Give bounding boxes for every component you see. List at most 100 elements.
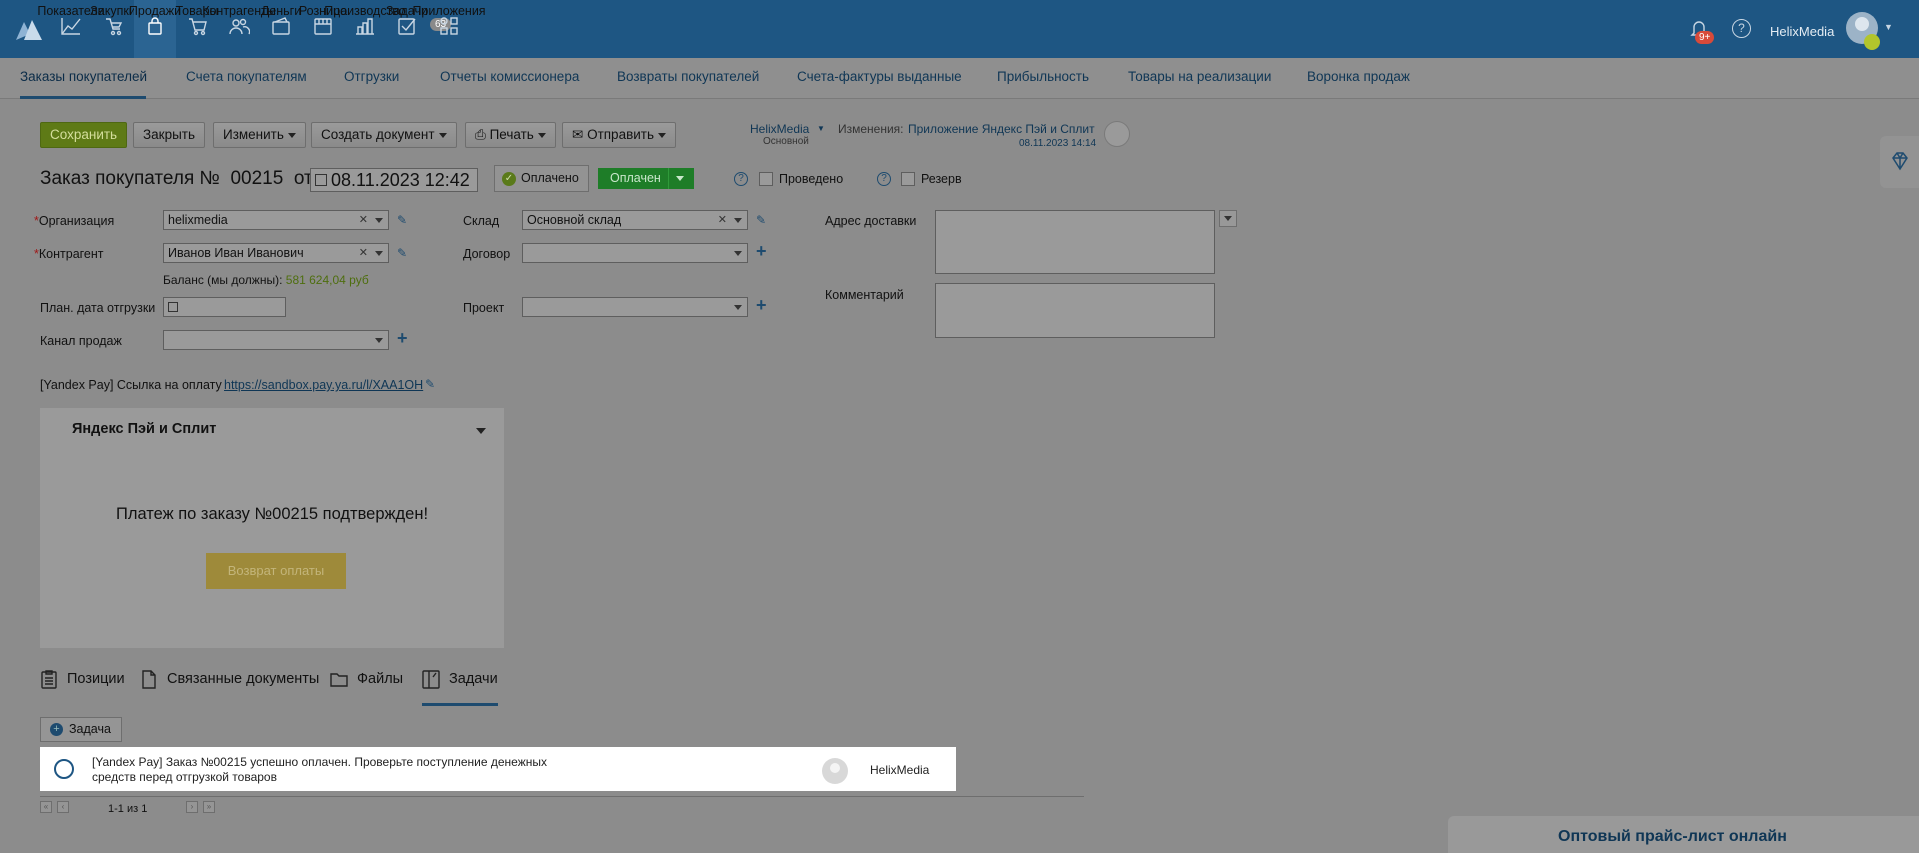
contract-select[interactable] bbox=[522, 243, 748, 263]
nav-item-money[interactable]: Деньги bbox=[260, 0, 302, 58]
tab-label: Файлы bbox=[357, 671, 404, 687]
add-contract-plus-icon[interactable]: + bbox=[756, 242, 767, 260]
tab-label: Позиции bbox=[67, 671, 125, 687]
question-icon[interactable]: ? bbox=[734, 172, 748, 186]
create-document-dropdown-button[interactable]: Создать документ bbox=[311, 122, 457, 148]
clear-icon[interactable]: ✕ bbox=[718, 211, 727, 229]
reserve-checkbox[interactable] bbox=[901, 172, 915, 186]
sales-channel-select[interactable] bbox=[163, 330, 389, 350]
question-icon[interactable]: ? bbox=[877, 172, 891, 186]
ship-date-field[interactable] bbox=[163, 297, 286, 317]
printer-icon: ⎙ bbox=[475, 127, 490, 142]
prev-page-icon[interactable]: ‹ bbox=[57, 801, 69, 813]
pencil-icon[interactable]: ✎ bbox=[756, 213, 766, 227]
posted-checkbox[interactable] bbox=[759, 172, 773, 186]
plus-circle-icon: + bbox=[50, 723, 63, 736]
comment-textarea[interactable] bbox=[935, 283, 1215, 338]
warehouse-select[interactable]: Основной склад ✕ bbox=[522, 210, 748, 230]
add-channel-plus-icon[interactable]: + bbox=[397, 329, 408, 347]
status-dropdown[interactable]: Оплачен bbox=[598, 168, 694, 189]
nav-item-apps[interactable]: Приложения bbox=[412, 0, 486, 58]
page-title: Заказ покупателя № 00215 от bbox=[40, 168, 313, 190]
table-divider bbox=[40, 796, 1084, 797]
payment-confirmed-message: Платеж по заказу №00215 подтвержден! bbox=[115, 505, 429, 523]
yandex-pay-panel: Яндекс Пэй и Сплит Платеж по заказу №002… bbox=[40, 408, 504, 648]
calendar-icon[interactable] bbox=[168, 302, 178, 312]
cart-icon bbox=[189, 18, 207, 36]
next-page-icon[interactable]: › bbox=[186, 801, 198, 813]
delivery-address-textarea[interactable] bbox=[935, 210, 1215, 274]
changes-author[interactable]: Приложение Яндекс Пэй и Сплит bbox=[908, 122, 1095, 136]
edit-dropdown-button[interactable]: Изменить bbox=[213, 122, 306, 148]
subnav-item-profitability[interactable]: Прибыльность bbox=[997, 69, 1089, 84]
first-page-icon[interactable]: « bbox=[40, 801, 52, 813]
save-button[interactable]: Сохранить bbox=[40, 122, 128, 148]
tab-tasks[interactable]: Задачи bbox=[422, 669, 498, 689]
pencil-icon[interactable]: ✎ bbox=[397, 246, 407, 260]
pencil-icon[interactable]: ✎ bbox=[397, 213, 407, 227]
send-dropdown-button[interactable]: ✉ Отправить bbox=[562, 122, 677, 148]
organization-select[interactable]: helixmedia ✕ bbox=[163, 210, 389, 230]
active-tab-indicator bbox=[422, 703, 498, 706]
subnav-item-customer-orders[interactable]: Заказы покупателей bbox=[20, 69, 147, 84]
nav-item-sales[interactable]: Продажи bbox=[129, 0, 181, 58]
project-label: Проект bbox=[463, 301, 505, 315]
order-number[interactable]: 00215 bbox=[230, 168, 283, 189]
nav-item-production[interactable]: Производство bbox=[324, 0, 406, 58]
print-dropdown-button[interactable]: ⎙ Печать bbox=[465, 122, 556, 148]
help-icon[interactable]: ? bbox=[1732, 19, 1751, 38]
wallet-icon bbox=[272, 17, 290, 35]
nav-item-counterparties[interactable]: Контрагенты bbox=[202, 0, 276, 58]
chevron-down-icon[interactable]: ▼ bbox=[1884, 22, 1893, 32]
reserve-label: Резерв bbox=[921, 172, 962, 186]
nav-item-dashboard[interactable]: Показатели bbox=[37, 0, 105, 58]
subnav-item-invoices[interactable]: Счета покупателям bbox=[186, 69, 307, 84]
project-select[interactable] bbox=[522, 297, 748, 317]
counterparty-select[interactable]: Иванов Иван Иванович ✕ bbox=[163, 243, 389, 263]
payment-link[interactable]: https://sandbox.pay.ya.ru/l/XAA1OH bbox=[224, 378, 423, 392]
last-page-icon[interactable]: » bbox=[203, 801, 215, 813]
clear-icon[interactable]: ✕ bbox=[359, 244, 368, 262]
chevron-down-icon[interactable] bbox=[734, 251, 742, 256]
username[interactable]: HelixMedia bbox=[1770, 24, 1834, 39]
chevron-down-icon[interactable]: ▼ bbox=[817, 124, 825, 133]
clear-icon[interactable]: ✕ bbox=[359, 211, 368, 229]
owner-name[interactable]: HelixMedia bbox=[750, 122, 809, 136]
chevron-down-icon[interactable] bbox=[375, 251, 383, 256]
page-content: Заказы покупателей Счета покупателям Отг… bbox=[0, 58, 1919, 853]
task-complete-checkbox[interactable] bbox=[54, 759, 74, 779]
subnav-item-tax-invoices[interactable]: Счета-фактуры выданные bbox=[797, 69, 962, 84]
organization-value: helixmedia bbox=[168, 213, 228, 227]
subnav-item-sales-funnel[interactable]: Воронка продаж bbox=[1307, 69, 1410, 84]
moysklad-logo-icon[interactable] bbox=[14, 16, 44, 42]
sub-navigation: Заказы покупателей Счета покупателям Отг… bbox=[0, 58, 1919, 99]
warehouse-value: Основной склад bbox=[527, 213, 622, 227]
order-date-field[interactable]: 08.11.2023 12:42 bbox=[310, 168, 478, 192]
pencil-icon[interactable]: ✎ bbox=[425, 377, 435, 391]
close-button[interactable]: Закрыть bbox=[133, 122, 205, 148]
chevron-down-icon[interactable] bbox=[734, 218, 742, 223]
subnav-item-commission-reports[interactable]: Отчеты комиссионера bbox=[440, 69, 579, 84]
subnav-item-returns[interactable]: Возвраты покупателей bbox=[617, 69, 759, 84]
tab-positions[interactable]: Позиции bbox=[40, 669, 125, 689]
task-row[interactable]: [Yandex Pay] Заказ №00215 успешно оплаче… bbox=[40, 747, 956, 791]
side-diamond-tab[interactable] bbox=[1880, 136, 1919, 188]
chevron-down-icon[interactable] bbox=[375, 338, 383, 343]
chevron-down-icon[interactable] bbox=[734, 305, 742, 310]
subnav-item-consignment[interactable]: Товары на реализации bbox=[1128, 69, 1271, 84]
wholesale-promo-banner[interactable]: Оптовый прайс-лист онлайн bbox=[1448, 816, 1919, 853]
refund-button[interactable]: Возврат оплаты bbox=[206, 553, 346, 589]
address-expand-button[interactable] bbox=[1219, 210, 1237, 227]
add-task-button[interactable]: + Задача bbox=[40, 717, 122, 742]
chevron-down-icon[interactable] bbox=[476, 428, 486, 434]
send-label: Отправить bbox=[587, 127, 655, 142]
subnav-item-shipments[interactable]: Отгрузки bbox=[344, 69, 399, 84]
chevron-down-icon[interactable] bbox=[375, 218, 383, 223]
calendar-icon[interactable] bbox=[315, 174, 327, 186]
tab-files[interactable]: Файлы bbox=[330, 669, 403, 689]
task-text[interactable]: [Yandex Pay] Заказ №00215 успешно оплаче… bbox=[92, 755, 572, 785]
nav-item-purchases[interactable]: Закупки bbox=[90, 0, 136, 58]
add-project-plus-icon[interactable]: + bbox=[756, 296, 767, 314]
tab-label: Связанные документы bbox=[167, 671, 320, 687]
tab-related-documents[interactable]: Связанные документы bbox=[140, 669, 319, 689]
